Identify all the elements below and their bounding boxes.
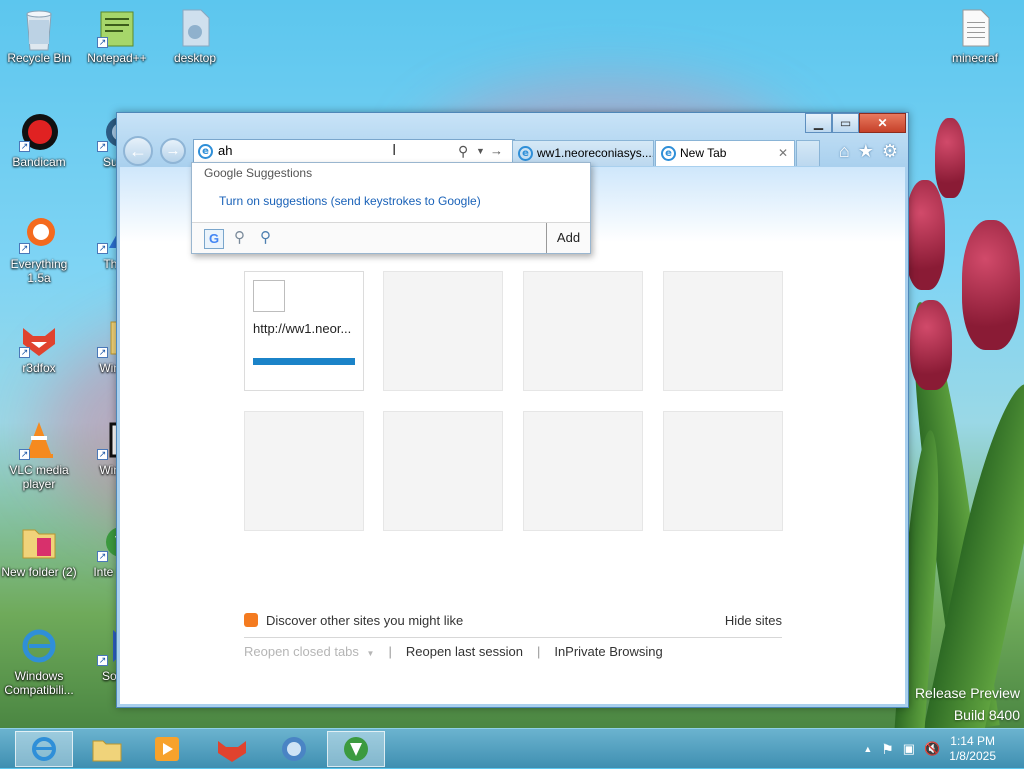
site-tile-url: http://ww1.neor... <box>253 321 352 336</box>
home-icon[interactable]: ⌂ <box>839 141 850 162</box>
site-activity-bar <box>253 358 355 365</box>
globe-icon <box>282 737 306 761</box>
ie-tab-icon: e <box>518 146 533 161</box>
link-separator: | <box>536 644 541 659</box>
everything-search-icon: ↗ <box>19 214 59 254</box>
chevron-down-icon: ▼ <box>366 649 375 658</box>
site-tile[interactable]: http://ww1.neor... <box>244 271 364 391</box>
r3dfox-icon <box>218 741 246 762</box>
notepad-plus-plus-icon: ↗ <box>97 8 137 48</box>
desktop-icon-minecraf[interactable]: minecraf <box>937 8 1013 65</box>
discover-sites-row: Discover other sites you might like Hide… <box>244 612 782 638</box>
recycle-bin-icon <box>19 8 59 51</box>
action-center-flag-icon[interactable]: ⚑ <box>881 741 894 758</box>
taskbar-internet-explorer[interactable] <box>15 731 73 767</box>
discover-sites-link[interactable]: Discover other sites you might like <box>266 613 463 628</box>
add-search-provider-button[interactable]: Add <box>546 223 590 253</box>
desktop-icon-bandicam[interactable]: ↗ Bandicam <box>1 112 77 169</box>
address-suggestions-dropdown: Google Suggestions Turn on suggestions (… <box>191 162 591 254</box>
network-icon[interactable]: ▣ <box>903 741 915 757</box>
r3dfox-icon: ↗ <box>19 318 59 358</box>
vlc-cone-icon: ↗ <box>19 420 59 460</box>
close-window-button[interactable]: ✕ <box>859 113 906 133</box>
tab-new-tab[interactable]: e New Tab ✕ <box>655 140 795 166</box>
taskbar-media-player[interactable] <box>138 731 196 767</box>
taskbar: ▲ ⚑ ▣ 🔇 1:14 PM 1/8/2025 <box>0 728 1024 768</box>
search-providers-bar: G ⚲ ⚲ Add <box>192 222 590 253</box>
empty-site-tile[interactable] <box>383 411 503 531</box>
clock-date: 1/8/2025 <box>949 749 996 763</box>
address-input-value[interactable]: ah <box>218 143 232 158</box>
search-icon[interactable]: ⚲ <box>458 140 468 162</box>
taskbar-file-explorer[interactable] <box>78 731 136 767</box>
search-provider-icon[interactable]: ⚲ <box>234 228 245 246</box>
taskbar-r3dfox[interactable] <box>203 731 261 767</box>
watermark-line-2: Build 8400 <box>953 707 1020 723</box>
idm-icon <box>344 737 368 761</box>
desktop-icon-vlc[interactable]: ↗ VLC media player <box>1 420 77 491</box>
empty-site-tile[interactable] <box>383 271 503 391</box>
search-provider-icon[interactable]: ⚲ <box>260 228 271 246</box>
folder-icon <box>19 522 59 562</box>
desktop-icon-new-folder-2[interactable]: New folder (2) <box>1 522 77 579</box>
show-hidden-icons-icon[interactable]: ▲ <box>863 744 872 754</box>
favorites-star-icon[interactable]: ★ <box>858 141 874 162</box>
turn-on-suggestions-link[interactable]: Turn on suggestions (send keystrokes to … <box>219 194 481 208</box>
empty-site-tile[interactable] <box>663 411 783 531</box>
empty-site-tile[interactable] <box>663 271 783 391</box>
clock-time: 1:14 PM <box>950 734 995 748</box>
desktop-icon-r3dfox[interactable]: ↗ r3dfox <box>1 318 77 375</box>
session-links: Reopen closed tabs ▼ | Reopen last sessi… <box>244 644 663 659</box>
tab-label: New Tab <box>680 146 727 160</box>
ie-page-icon: e <box>198 144 213 159</box>
bandicam-icon: ↗ <box>19 112 59 152</box>
media-player-icon <box>155 737 179 761</box>
back-button[interactable]: ← <box>123 136 153 166</box>
file-explorer-icon <box>92 740 122 762</box>
address-bar[interactable]: e ah I ⚲ ▼ → <box>193 139 515 163</box>
build-watermark: Release Preview Build 8400 <box>915 685 1020 723</box>
browser-chrome: ▁ ▭ ✕ ← → e ah I ⚲ ▼ → e ww1.neoreconias… <box>117 113 908 167</box>
reopen-closed-tabs-link[interactable]: Reopen closed tabs ▼ <box>244 644 374 659</box>
empty-site-tile[interactable] <box>523 271 643 391</box>
desktop-icon-desktop[interactable]: desktop <box>157 8 233 65</box>
lightbulb-icon <box>244 613 258 627</box>
reopen-last-session-link[interactable]: Reopen last session <box>406 644 523 659</box>
go-arrow-icon[interactable]: → <box>490 140 503 162</box>
ie-tab-icon: e <box>661 146 676 161</box>
link-separator: | <box>388 644 392 659</box>
hide-sites-link[interactable]: Hide sites <box>725 613 782 628</box>
system-tray: ▲ ⚑ ▣ 🔇 1:14 PM 1/8/2025 <box>863 729 1024 769</box>
volume-muted-icon[interactable]: 🔇 <box>924 741 940 757</box>
empty-site-tile[interactable] <box>523 411 643 531</box>
empty-site-tile[interactable] <box>244 411 364 531</box>
text-file-icon <box>955 8 995 48</box>
tab-close-icon[interactable]: ✕ <box>778 141 788 165</box>
suggestions-header: Google Suggestions <box>204 166 313 180</box>
settings-file-icon <box>175 8 215 48</box>
minimize-button[interactable]: ▁ <box>805 113 832 133</box>
tools-gear-icon[interactable]: ⚙ <box>882 141 898 162</box>
new-tab-button[interactable] <box>796 140 820 166</box>
dropdown-arrow-icon[interactable]: ▼ <box>476 140 485 162</box>
forward-button[interactable]: → <box>160 138 186 164</box>
desktop-icon-windows-compatibility[interactable]: Windows Compatibili... <box>1 626 77 697</box>
system-clock[interactable]: 1:14 PM 1/8/2025 <box>949 734 996 764</box>
site-favicon-placeholder <box>253 280 285 312</box>
tab-label: ww1.neoreconiasys.... <box>537 146 654 160</box>
maximize-button[interactable]: ▭ <box>832 113 859 133</box>
text-cursor-icon: I <box>392 142 397 159</box>
google-search-provider-icon[interactable]: G <box>204 229 224 249</box>
inprivate-browsing-link[interactable]: InPrivate Browsing <box>554 644 662 659</box>
command-icons: ⌂ ★ ⚙ <box>839 141 898 162</box>
taskbar-internet-download-manager[interactable] <box>327 731 385 767</box>
desktop-icon-notepad-plus-plus[interactable]: ↗ Notepad++ <box>79 8 155 65</box>
internet-explorer-icon <box>19 626 59 666</box>
watermark-line-1: Release Preview <box>914 685 1020 701</box>
taskbar-network-tool[interactable] <box>265 731 323 767</box>
desktop-icon-everything[interactable]: ↗ Everything 1.5a <box>1 214 77 285</box>
window-controls: ▁ ▭ ✕ <box>805 113 906 133</box>
internet-explorer-icon <box>32 737 56 761</box>
desktop-icon-recycle-bin[interactable]: Recycle Bin <box>1 8 77 65</box>
